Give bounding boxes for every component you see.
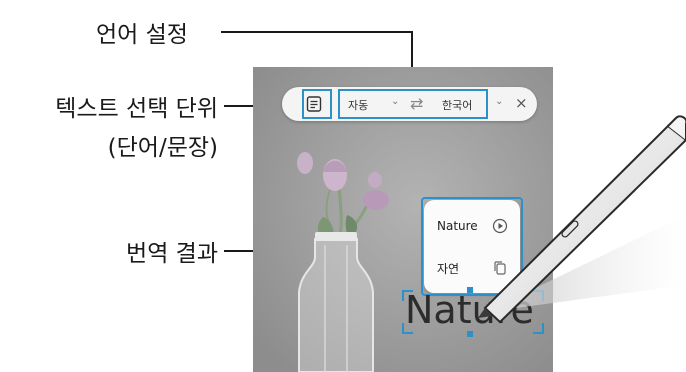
s-pen-illustration <box>478 115 686 324</box>
